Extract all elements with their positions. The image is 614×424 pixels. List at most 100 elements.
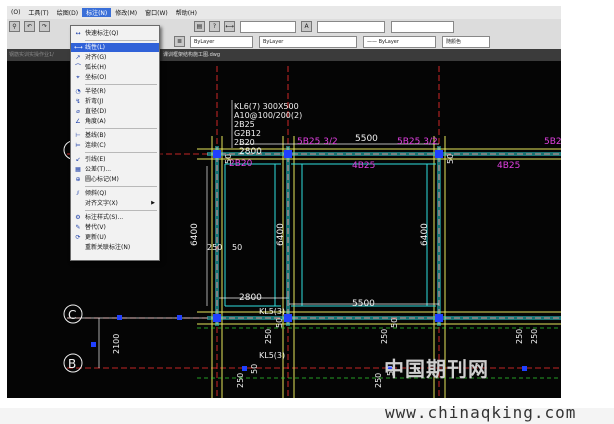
menu-item-label: 对齐(G) <box>85 54 107 61</box>
menu-item-modify[interactable]: 修改(M) <box>111 8 141 17</box>
menu-linear[interactable]: ⟷ 线性(L) <box>71 43 159 52</box>
help-icon[interactable]: ? <box>209 21 220 32</box>
dim-small: 250 <box>264 329 273 344</box>
menu-aligned[interactable]: ↗ 对齐(G) <box>71 53 159 62</box>
text-style-icon[interactable]: A <box>301 21 312 32</box>
dim-small: 250 <box>515 329 524 344</box>
menu-center-mark[interactable]: ⊕ 圆心标记(M) <box>71 175 159 184</box>
dim-style-combo[interactable] <box>240 20 296 33</box>
rebar-label: 4B25 <box>497 161 520 171</box>
screenshot-frame: C B KL6(7) 300X500 A10@100/200(2) 2B25 G… <box>7 6 561 398</box>
dimension-dropdown-menu: ↔ 快速标注(Q) ⟷ 线性(L) ↗ 对齐(G) ⌒ 弧长(H) ⌖ 坐标(O) ◔ 半径… <box>70 25 160 261</box>
menu-item-label: 坐标(O) <box>85 74 107 81</box>
redo-icon[interactable]: ↷ <box>39 21 50 32</box>
beam-note-line-1: KL6(7) 300X500 <box>234 102 299 111</box>
lineweight-combo[interactable]: —— ByLayer <box>363 35 436 48</box>
undo-icon[interactable]: ↶ <box>24 21 35 32</box>
dim-text: 6400 <box>276 223 286 246</box>
menu-item-label: 倾斜(Q) <box>85 190 107 197</box>
menu-angular[interactable]: ∠ 角度(A) <box>71 117 159 126</box>
tab-drawing[interactable]: 课训框架结构施工图.dwg <box>163 51 220 58</box>
menu-separator <box>85 84 157 85</box>
dim-small: 250 <box>374 373 383 388</box>
layer-combo[interactable]: ByLayer <box>190 35 253 48</box>
menu-item[interactable]: (O) <box>7 9 24 16</box>
menu-arc-length[interactable]: ⌒ 弧长(H) <box>71 63 159 72</box>
menu-baseline[interactable]: ⊢ 基线(B) <box>71 131 159 140</box>
match-properties-icon[interactable]: ⚲ <box>9 21 20 32</box>
dim-small: 50 <box>232 243 242 252</box>
menu-item-label: 基线(B) <box>85 132 106 139</box>
dim-text: 2100 <box>112 334 121 354</box>
menu-item-draw[interactable]: 绘图(D) <box>53 8 82 17</box>
watermark-cn: 中国期刊网 <box>384 357 489 381</box>
properties-icon[interactable]: ▤ <box>194 21 205 32</box>
text-style-combo[interactable] <box>317 20 385 33</box>
rebar-label: 5B25 <box>544 137 561 147</box>
menu-oblique[interactable]: ⫽ 倾斜(Q) <box>71 189 159 198</box>
menu-diameter[interactable]: ⌀ 直径(D) <box>71 107 159 116</box>
menu-item-label: 直径(D) <box>85 108 107 115</box>
beam-kl5-label: KL5(3) <box>259 351 285 360</box>
watermark-url: www.chinaqking.com <box>385 403 577 422</box>
dim-text: 5500 <box>352 299 375 309</box>
menu-continue[interactable]: ⊨ 连续(C) <box>71 141 159 150</box>
menu-separator <box>85 210 157 211</box>
dim-text: 5500 <box>355 134 378 144</box>
menu-jogged[interactable]: ↯ 折弯(J) <box>71 97 159 106</box>
tolerance-icon: ▦ <box>75 165 81 173</box>
menu-separator <box>85 152 157 153</box>
tab-left[interactable]: 钢筋实训实操作业1/ <box>9 51 54 58</box>
menu-update[interactable]: ⟳ 更新(U) <box>71 233 159 242</box>
menu-item-label: 弧长(H) <box>85 64 107 71</box>
menu-item-label: 引线(E) <box>85 156 106 163</box>
menu-item-label: 角度(A) <box>85 118 106 125</box>
dim-text: 2800 <box>239 147 262 157</box>
menu-item-help[interactable]: 帮助(H) <box>172 8 201 17</box>
color-combo[interactable]: 随颜色 <box>442 35 490 48</box>
linetype-combo[interactable]: ByLayer <box>259 35 357 48</box>
rebar-label: 5B25 3/2 <box>397 137 438 147</box>
beam-note-line-2: A10@100/200(2) <box>234 111 302 120</box>
dim-small: 250 <box>380 329 389 344</box>
menu-quick-dimension[interactable]: ↔ 快速标注(Q) <box>71 29 159 38</box>
menu-item-label: 更新(U) <box>85 234 107 241</box>
menu-tolerance[interactable]: ▦ 公差(T)... <box>71 165 159 174</box>
jogged-icon: ↯ <box>75 97 81 105</box>
dim-text: 2800 <box>239 293 262 303</box>
menu-separator <box>85 40 157 41</box>
dim-small: 50 <box>250 364 259 374</box>
menu-item-window[interactable]: 窗口(W) <box>141 8 172 17</box>
menu-dim-style[interactable]: ⚙ 标注样式(S)... <box>71 213 159 222</box>
menu-separator <box>85 186 157 187</box>
menu-item-tools[interactable]: 工具(T) <box>24 8 52 17</box>
menu-reassociate[interactable]: 重新关联标注(N) <box>71 243 159 252</box>
menu-item-label: 重新关联标注(N) <box>85 244 131 251</box>
dim-small: 250 <box>530 329 539 344</box>
dim-text: 6400 <box>190 223 200 246</box>
menu-radius[interactable]: ◔ 半径(R) <box>71 87 159 96</box>
menu-item-label: 折弯(J) <box>85 98 104 105</box>
diameter-icon: ⌀ <box>76 107 80 115</box>
menu-item-label: 线性(L) <box>85 44 106 51</box>
menu-item-label: 圆心标记(M) <box>85 176 119 183</box>
dim-small: 50 <box>224 154 233 164</box>
dim-small: 250 <box>207 243 222 252</box>
update-icon: ⟳ <box>75 233 81 241</box>
menu-override[interactable]: ✎ 替代(V) <box>71 223 159 232</box>
table-style-combo[interactable] <box>391 20 454 33</box>
dim-style-toolbar-icon[interactable]: ⟷ <box>224 21 235 32</box>
rebar-label: 5B25 3/2 <box>297 137 338 147</box>
rebar-label: 4B25 <box>352 161 375 171</box>
menu-item-dimension[interactable]: 标注(N) <box>82 8 112 17</box>
menu-item-label: 公差(T)... <box>85 166 112 173</box>
linear-dim-icon: ⟷ <box>74 43 83 51</box>
dim-text: 6400 <box>420 223 430 246</box>
dim-style-icon: ⚙ <box>75 213 81 221</box>
menu-leader[interactable]: ↙ 引线(E) <box>71 155 159 164</box>
dim-small: 50 <box>275 318 284 328</box>
menu-ordinate[interactable]: ⌖ 坐标(O) <box>71 73 159 82</box>
menu-align-text[interactable]: 对齐文字(X) ▶ <box>71 199 159 208</box>
axis-label-b: B <box>68 357 76 371</box>
layer-icon[interactable]: ≣ <box>174 36 185 47</box>
